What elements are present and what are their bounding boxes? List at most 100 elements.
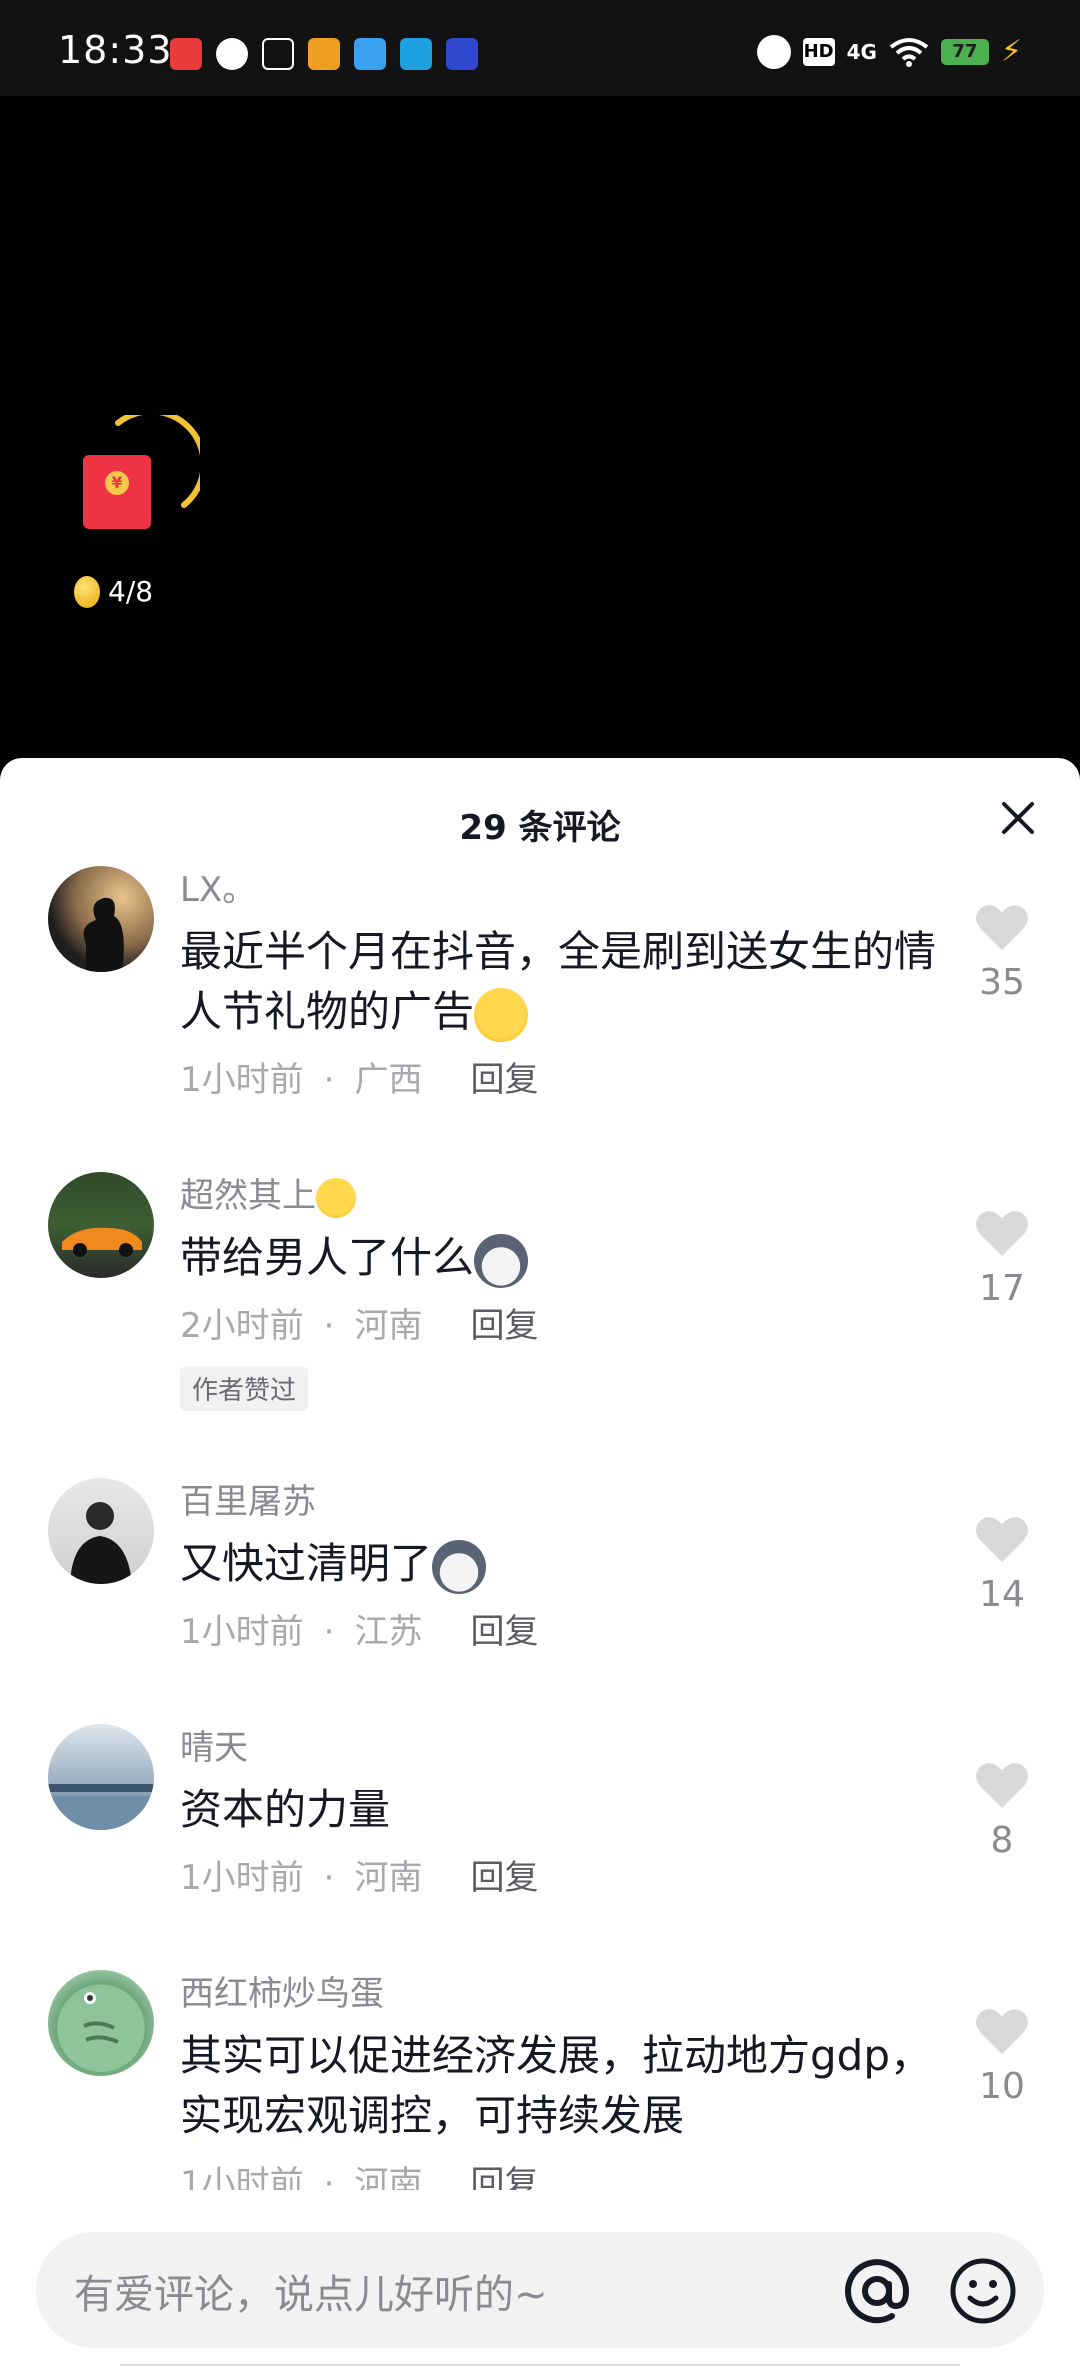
reply-button[interactable]: 回复 <box>470 2160 538 2190</box>
crying-face-emoji-icon <box>474 987 529 1042</box>
like-button[interactable]: 17 <box>970 1208 1034 1309</box>
comment-time: 1小时前 <box>180 1060 304 1100</box>
signal-icon: 4G <box>846 39 877 64</box>
comment-body: 百里屠苏 又快过清明了 1小时前 · 江苏 回复 <box>180 1478 940 1656</box>
store-app-icon <box>308 38 340 70</box>
comment-sheet: 29 条评论 LX。 最近半个月在抖音，全是刷到送女生的情人节礼物的广告 1小时… <box>0 758 1080 2376</box>
like-count: 17 <box>979 1268 1025 1309</box>
comment-time: 2小时前 <box>180 1306 304 1346</box>
comment-username[interactable]: LX。 <box>180 866 940 914</box>
comment-text[interactable]: 资本的力量 <box>180 1780 940 1840</box>
comment-body: 晴天 资本的力量 1小时前 · 河南 回复 <box>180 1724 940 1902</box>
comment-location: 河南 <box>354 1858 423 1898</box>
comment-username[interactable]: 西红柿炒鸟蛋 <box>180 1970 940 2018</box>
avatar[interactable] <box>48 1478 154 1584</box>
close-icon[interactable] <box>998 798 1038 838</box>
reply-button[interactable]: 回复 <box>470 1056 538 1104</box>
reply-button[interactable]: 回复 <box>470 1608 538 1656</box>
comment-text[interactable]: 带给男人了什么 <box>180 1228 940 1288</box>
coin-progress: 4/8 <box>74 575 153 608</box>
reply-button[interactable]: 回复 <box>470 1854 538 1902</box>
comment-username[interactable]: 百里屠苏 <box>180 1478 940 1526</box>
like-button[interactable]: 10 <box>970 2006 1034 2107</box>
comment-username[interactable]: 超然其上 <box>180 1172 940 1220</box>
comment-body: 西红柿炒鸟蛋 其实可以促进经济发展，拉动地方gdp，实现宏观调控，可持续发展 1… <box>180 1970 940 2190</box>
red-packet-icon[interactable]: ¥ <box>83 455 151 529</box>
comment-count-title: 29 条评论 <box>459 808 621 848</box>
lake-scene-icon <box>48 1784 154 1830</box>
comment-input-placeholder[interactable]: 有爱评论，说点儿好听的~ <box>74 2262 548 2320</box>
comment-text-content: 带给男人了什么 <box>180 1233 475 1282</box>
comment-meta: 1小时前 · 广西 回复 <box>180 1056 940 1104</box>
husky-emoji-icon <box>432 1539 487 1594</box>
avatar[interactable] <box>48 1172 154 1278</box>
gold-coin-icon <box>74 575 100 608</box>
wifi-icon <box>889 37 929 67</box>
comment-meta: 1小时前 · 江苏 回复 <box>180 1608 940 1656</box>
silhouette-icon <box>83 897 124 972</box>
shop-app-icon <box>446 38 478 70</box>
heart-icon <box>976 1517 1028 1562</box>
comment-text-content: 最近半个月在抖音，全是刷到送女生的情人节礼物的广告 <box>180 927 937 1036</box>
comment-time: 1小时前 <box>180 1612 304 1652</box>
heart-icon <box>976 905 1028 950</box>
like-count: 35 <box>979 962 1025 1003</box>
avatar[interactable] <box>48 866 154 972</box>
alarm-icon <box>756 34 791 69</box>
home-indicator <box>120 2364 960 2374</box>
comment-text[interactable]: 又快过清明了 <box>180 1534 940 1594</box>
avatar[interactable] <box>48 1724 154 1830</box>
coin-progress-text: 4/8 <box>108 575 154 608</box>
hd-icon: HD <box>802 37 835 66</box>
comment-meta: 1小时前 · 河南 回复 <box>180 1854 940 1902</box>
comment-username[interactable]: 晴天 <box>180 1724 940 1772</box>
like-count: 14 <box>979 1574 1025 1615</box>
toutiao-app-icon <box>170 38 202 70</box>
husky-emoji-icon <box>474 1233 529 1288</box>
speedometer-app-icon <box>216 38 248 70</box>
like-button[interactable]: 8 <box>970 1760 1034 1861</box>
author-liked-tag: 作者赞过 <box>180 1366 309 1411</box>
avatar[interactable] <box>48 1970 154 2076</box>
douyin-app-icon <box>262 38 294 70</box>
sports-car-icon <box>62 1227 142 1257</box>
yuan-seal-icon: ¥ <box>105 471 129 495</box>
like-button[interactable]: 14 <box>970 1514 1034 1615</box>
reply-button[interactable]: 回复 <box>470 1302 538 1350</box>
comment-text[interactable]: 最近半个月在抖音，全是刷到送女生的情人节礼物的广告 <box>180 922 940 1042</box>
comment-text[interactable]: 其实可以促进经济发展，拉动地方gdp，实现宏观调控，可持续发展 <box>180 2026 940 2146</box>
charging-bolt-icon: ⚡ <box>1000 34 1022 69</box>
like-count: 10 <box>979 2066 1025 2107</box>
comment-location: 江苏 <box>354 1612 423 1652</box>
status-bar: 18:33 HD 4G 77 ⚡ <box>0 0 1080 96</box>
meta-separator: · <box>323 1858 335 1898</box>
like-button[interactable]: 35 <box>970 902 1034 1003</box>
wifi-app-icon <box>400 38 432 70</box>
at-mention-icon[interactable] <box>840 2254 914 2328</box>
comment-meta: 1小时前 · 河南 回复 <box>180 2160 940 2190</box>
comment-location: 河南 <box>354 2164 423 2190</box>
comment-body: 超然其上 带给男人了什么 2小时前 · 河南 回复 作者赞过 <box>180 1172 940 1411</box>
comment-username-text: 超然其上 <box>180 1176 316 1216</box>
yum-face-emoji-icon <box>316 1177 356 1218</box>
emoji-picker-icon[interactable] <box>946 2254 1020 2328</box>
meta-separator: · <box>323 1612 335 1652</box>
comment-meta: 2小时前 · 河南 回复 <box>180 1302 940 1350</box>
comment-location: 河南 <box>354 1306 423 1346</box>
like-count: 8 <box>990 1820 1014 1861</box>
person-icon <box>70 1502 132 1584</box>
comment-time: 1小时前 <box>180 2164 304 2190</box>
meta-separator: · <box>323 2164 335 2190</box>
meta-separator: · <box>323 1306 335 1346</box>
comment-input[interactable]: 有爱评论，说点儿好听的~ <box>36 2232 1044 2348</box>
green-character-icon <box>83 1992 119 2044</box>
battery-icon: 77 <box>940 38 989 65</box>
heart-icon <box>976 2009 1028 2054</box>
notification-icons <box>170 38 478 70</box>
comment-text-content: 又快过清明了 <box>180 1539 433 1588</box>
browser-app-icon <box>354 38 386 70</box>
comment-location: 广西 <box>354 1060 423 1100</box>
heart-icon <box>976 1211 1028 1256</box>
screen: 18:33 HD 4G 77 ⚡ ¥ 4/8 29 条评论 LX。 最近半个月在… <box>0 0 1080 2376</box>
meta-separator: · <box>323 1060 335 1100</box>
